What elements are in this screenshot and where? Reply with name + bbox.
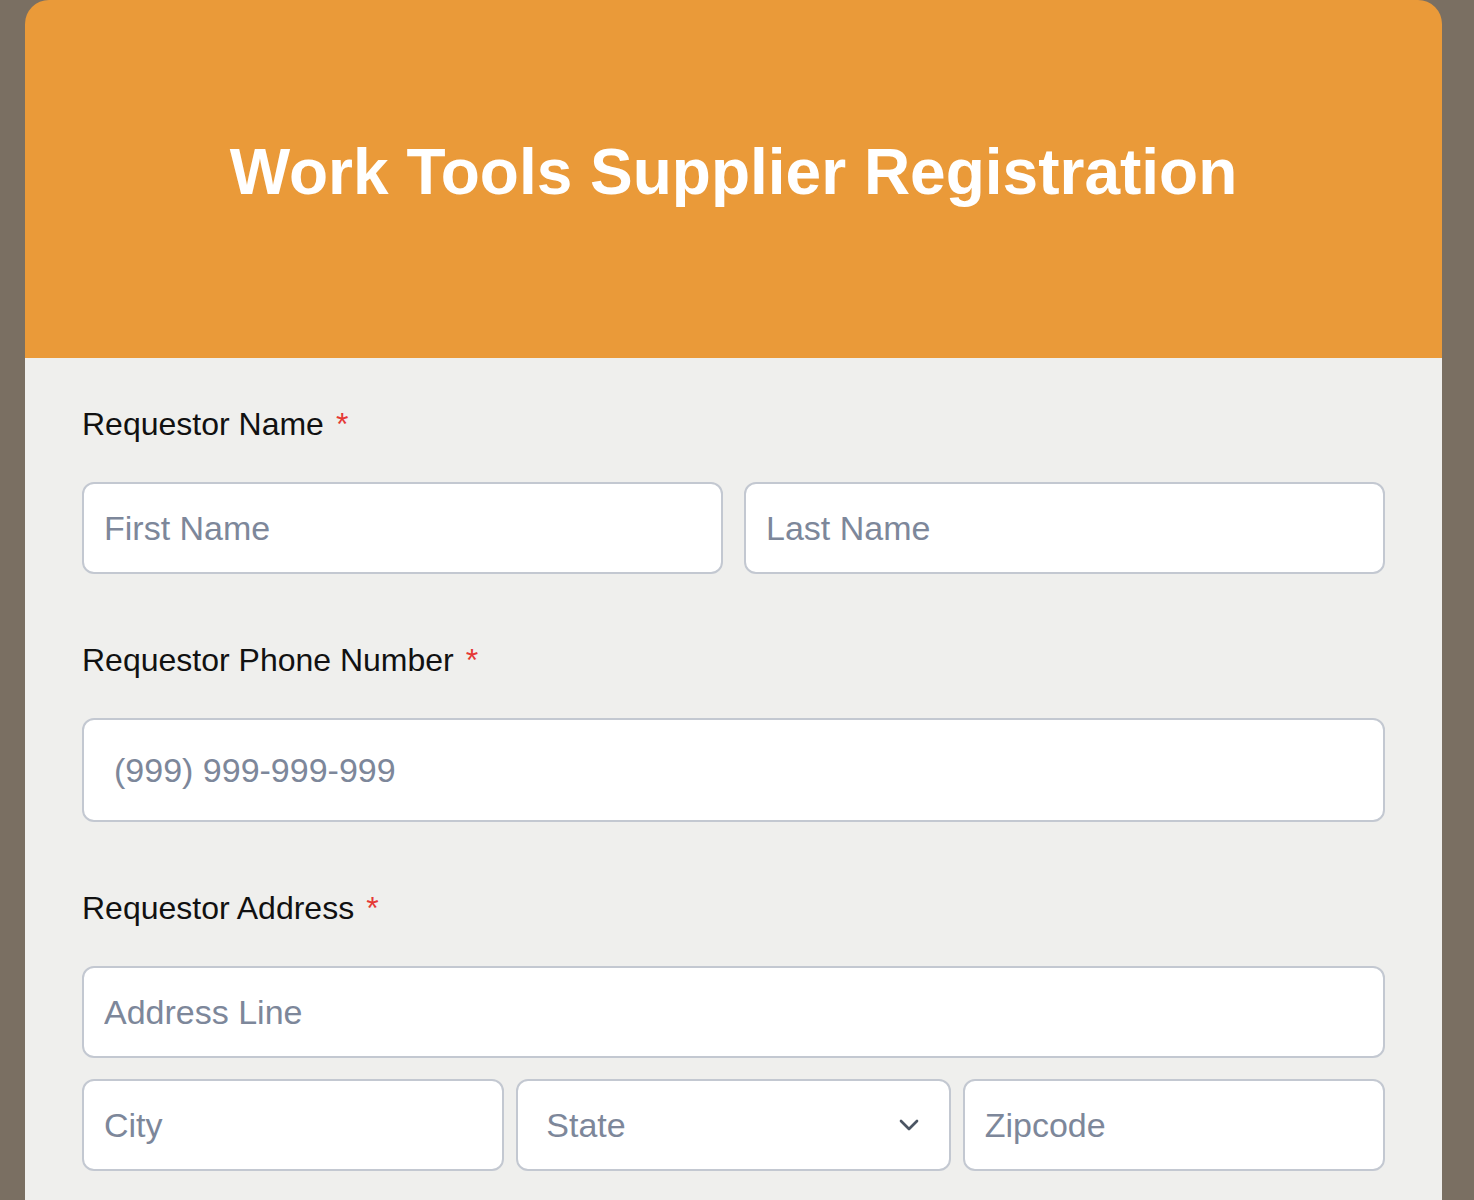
form-field: Requestor Address* State: [82, 888, 1385, 1171]
input-row: [82, 718, 1385, 822]
field-label: Requestor Name*: [82, 404, 1385, 444]
required-mark: *: [366, 890, 378, 926]
input-row: [82, 482, 1385, 574]
required-mark: *: [466, 642, 478, 678]
form-card: Work Tools Supplier Registration Requesto…: [25, 0, 1442, 1200]
text-input[interactable]: [744, 482, 1385, 574]
input-row: [82, 966, 1385, 1058]
field-label: Requestor Address*: [82, 888, 1385, 928]
form-title: Work Tools Supplier Registration: [230, 132, 1238, 212]
chevron-down-icon: [893, 1109, 925, 1141]
text-input[interactable]: [963, 1079, 1385, 1171]
required-mark: *: [336, 406, 348, 442]
form-header: Work Tools Supplier Registration: [25, 0, 1442, 358]
field-inputs: [82, 718, 1385, 822]
select-placeholder: State: [546, 1100, 625, 1151]
phone-input[interactable]: [82, 718, 1385, 822]
field-label: Requestor Phone Number*: [82, 640, 1385, 680]
text-input[interactable]: [82, 482, 723, 574]
form-body: Requestor Name* Requestor Phone Number* Re…: [25, 358, 1442, 1200]
text-input[interactable]: [82, 966, 1385, 1058]
field-inputs: State: [82, 966, 1385, 1171]
form-field: Requestor Phone Number*: [82, 640, 1385, 822]
text-input[interactable]: [82, 1079, 504, 1171]
page: Work Tools Supplier Registration Requesto…: [0, 0, 1474, 1200]
form-field: Requestor Name*: [82, 404, 1385, 574]
field-inputs: [82, 482, 1385, 574]
input-row: State: [82, 1079, 1385, 1171]
state-select[interactable]: State: [516, 1079, 950, 1171]
